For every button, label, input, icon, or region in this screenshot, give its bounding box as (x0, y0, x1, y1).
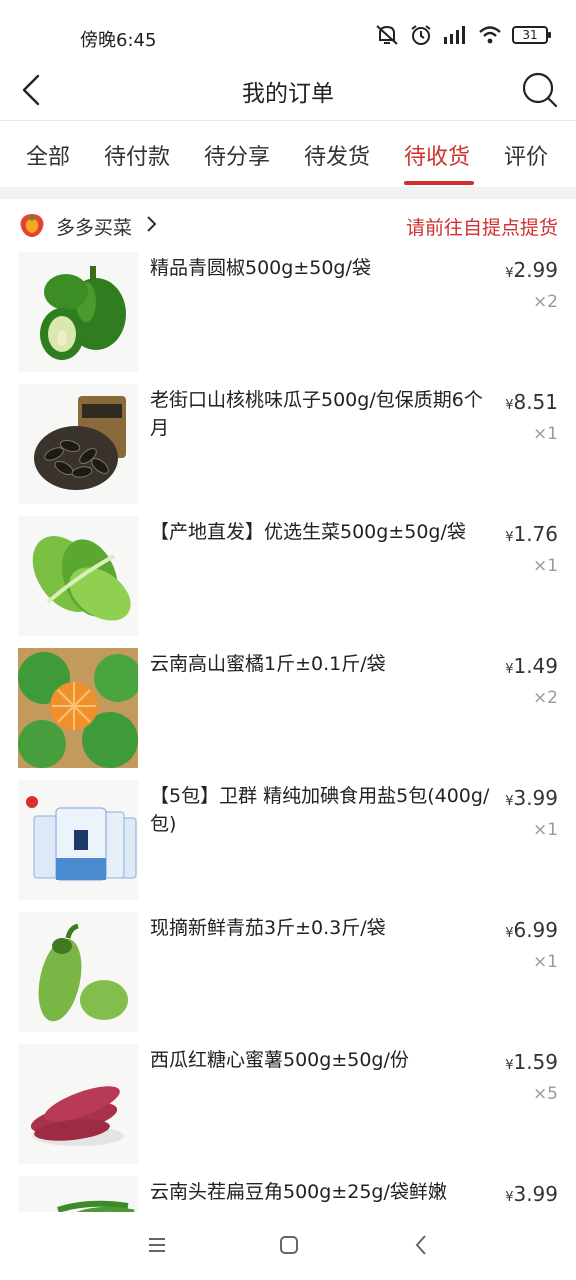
product-image-sunflower-seeds[interactable] (18, 384, 138, 504)
item-price: ¥6.99 (505, 918, 558, 942)
salt-packs-icon (18, 780, 138, 900)
item-price: ¥1.76 (505, 522, 558, 546)
signal-icon (444, 26, 465, 44)
product-image-mandarin[interactable] (18, 648, 138, 768)
search-icon[interactable] (518, 68, 562, 112)
price-value: 8.51 (513, 390, 558, 414)
order-item[interactable]: 西瓜红糖心蜜薯500g±50g/份 ¥1.59 ×5 (0, 1044, 576, 1176)
active-tab-indicator (404, 181, 474, 185)
product-image-flat-beans[interactable] (18, 1176, 138, 1212)
item-price: ¥2.99 (505, 258, 558, 282)
flat-beans-icon (18, 1176, 138, 1212)
item-title: 【产地直发】优选生菜500g±50g/袋 (150, 521, 466, 543)
item-title: 西瓜红糖心蜜薯500g±50g/份 (150, 1049, 409, 1071)
item-title: 【5包】卫群 精纯加碘食用盐5包(400g/包) (150, 785, 490, 835)
tab-pending-payment[interactable]: 待付款 (104, 139, 170, 171)
order-item[interactable]: 【产地直发】优选生菜500g±50g/袋 ¥1.76 ×1 (0, 516, 576, 648)
item-price: ¥8.51 (505, 390, 558, 414)
order-item[interactable]: 【5包】卫群 精纯加碘食用盐5包(400g/包) ¥3.99 ×1 (0, 780, 576, 912)
item-title: 云南头茬扁豆角500g±25g/袋鲜嫩 (150, 1181, 447, 1203)
store-logo-icon (20, 214, 44, 237)
order-item[interactable]: 精品青圆椒500g±50g/袋 ¥2.99 ×2 (0, 252, 576, 384)
item-quantity: ×1 (532, 556, 558, 576)
status-icons: 31 (374, 24, 551, 46)
item-title: 云南高山蜜橘1斤±0.1斤/袋 (150, 653, 386, 675)
product-image-sweet-potato[interactable] (18, 1044, 138, 1164)
tab-reviews[interactable]: 评价 (504, 139, 548, 171)
chevron-right-icon[interactable] (146, 215, 158, 233)
section-separator (0, 187, 576, 199)
status-time: 傍晚6:45 (80, 30, 157, 51)
store-name[interactable]: 多多买菜 (56, 213, 132, 240)
nav-back-icon[interactable] (410, 1232, 432, 1258)
sunflower-seeds-icon (18, 384, 138, 504)
product-image-eggplant[interactable] (18, 912, 138, 1032)
tab-pending-share[interactable]: 待分享 (204, 139, 270, 171)
item-price: ¥3.99 (505, 1182, 558, 1206)
menu-icon[interactable] (146, 1234, 168, 1256)
item-title: 精品青圆椒500g±50g/袋 (150, 257, 371, 279)
item-price: ¥1.49 (505, 654, 558, 678)
price-value: 6.99 (513, 918, 558, 942)
mute-vibrate-icon (376, 25, 398, 45)
lettuce-icon (18, 516, 138, 636)
product-image-green-pepper[interactable] (18, 252, 138, 372)
order-item[interactable]: 现摘新鲜青茄3斤±0.3斤/袋 ¥6.99 ×1 (0, 912, 576, 1044)
price-value: 2.99 (513, 258, 558, 282)
wifi-icon (479, 26, 501, 44)
item-quantity: ×1 (532, 424, 558, 444)
home-icon[interactable] (278, 1234, 300, 1256)
price-value: 1.76 (513, 522, 558, 546)
price-value: 1.59 (513, 1050, 558, 1074)
pickup-note: 请前往自提点提货 (405, 217, 558, 239)
item-quantity: ×1 (532, 952, 558, 972)
item-price: ¥1.59 (505, 1050, 558, 1074)
item-price: ¥3.99 (505, 786, 558, 810)
battery-icon: 31 (512, 26, 551, 44)
header: 我的订单 (0, 60, 576, 120)
price-value: 3.99 (513, 786, 558, 810)
item-quantity: ×5 (532, 1084, 558, 1104)
item-quantity: ×1 (532, 820, 558, 840)
store-header[interactable]: 多多买菜 请前往自提点提货 (0, 199, 576, 249)
eggplant-icon (18, 912, 138, 1032)
order-tabs: 全部 待付款 待分享 待发货 待收货 评价 (0, 121, 576, 187)
item-title: 老街口山核桃味瓜子500g/包保质期6个月 (150, 389, 483, 439)
product-image-lettuce[interactable] (18, 516, 138, 636)
page-title: 我的订单 (242, 81, 334, 107)
order-item[interactable]: 云南高山蜜橘1斤±0.1斤/袋 ¥1.49 ×2 (0, 648, 576, 780)
price-value: 1.49 (513, 654, 558, 678)
alarm-icon (411, 25, 431, 45)
system-nav-bar (0, 1212, 576, 1280)
sweet-potato-icon (18, 1044, 138, 1164)
tab-all[interactable]: 全部 (26, 139, 70, 171)
order-item[interactable]: 老街口山核桃味瓜子500g/包保质期6个月 ¥8.51 ×1 (0, 384, 576, 516)
green-pepper-icon (18, 252, 138, 372)
tab-pending-receipt[interactable]: 待收货 (404, 139, 470, 171)
product-image-salt[interactable] (18, 780, 138, 900)
order-item[interactable]: 云南头茬扁豆角500g±25g/袋鲜嫩 ¥3.99 (0, 1176, 576, 1212)
mandarin-icon (18, 648, 138, 768)
tab-pending-shipment[interactable]: 待发货 (304, 139, 370, 171)
item-quantity: ×2 (532, 688, 558, 708)
item-quantity: ×2 (532, 292, 558, 312)
item-title: 现摘新鲜青茄3斤±0.3斤/袋 (150, 917, 386, 939)
price-value: 3.99 (513, 1182, 558, 1206)
